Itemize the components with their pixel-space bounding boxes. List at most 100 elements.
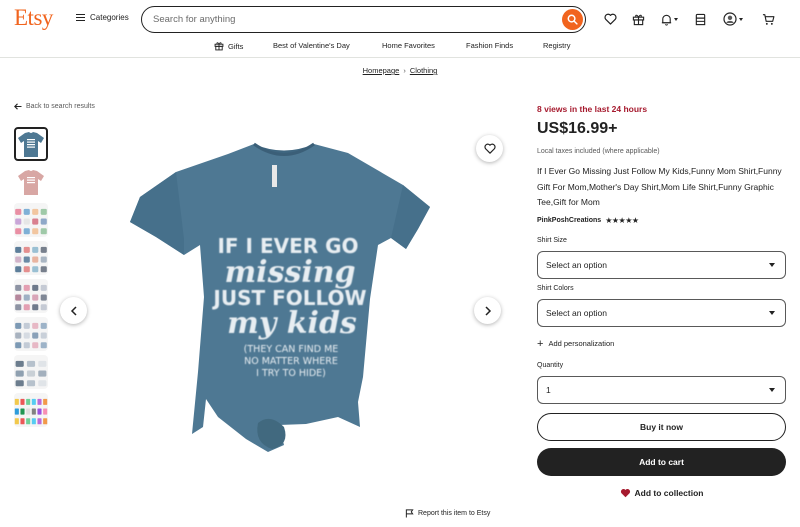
breadcrumb-clothing[interactable]: Clothing <box>410 66 438 75</box>
color-swatch <box>26 418 31 425</box>
breadcrumb-homepage[interactable]: Homepage <box>363 66 400 75</box>
report-label: Report this item to Etsy <box>418 510 491 517</box>
chevron-down-icon <box>769 263 775 267</box>
cart-icon[interactable] <box>760 11 776 27</box>
mini-shirt <box>23 228 30 235</box>
color-swatch <box>43 418 48 425</box>
mini-shirt <box>23 246 30 253</box>
mini-shirt <box>15 246 22 253</box>
search-button[interactable] <box>562 9 583 30</box>
category-nav: Gifts Best of Valentine's Day Home Favor… <box>0 40 800 58</box>
color-swatch <box>14 408 19 415</box>
etsy-logo[interactable]: Etsy <box>14 5 53 31</box>
mini-shirt <box>40 294 47 301</box>
back-to-search-link[interactable]: Back to search results <box>14 103 95 110</box>
thumbnail-6[interactable] <box>14 317 48 351</box>
mini-shirt <box>32 228 39 235</box>
mini-shirt <box>23 332 30 339</box>
add-to-collection-button[interactable]: Add to collection <box>537 488 786 498</box>
heart-icon[interactable] <box>602 11 618 27</box>
mini-shirt <box>32 266 39 273</box>
nav-label: Best of Valentine's Day <box>273 41 350 50</box>
quantity-select[interactable]: 1 <box>537 376 786 404</box>
chevron-right-icon: › <box>403 66 406 75</box>
chevron-right-icon <box>484 305 491 316</box>
next-image-button[interactable] <box>474 297 501 324</box>
tshirt-image: IF I EVER GO missing JUST FOLLOW my kids… <box>130 142 430 452</box>
breadcrumb: Homepage › Clothing <box>0 66 800 75</box>
shirt-size-value: Select an option <box>546 260 607 270</box>
account-chevron-icon[interactable] <box>737 11 745 27</box>
menu-icon <box>76 14 85 21</box>
product-title: If I Ever Go Missing Just Follow My Kids… <box>537 166 782 207</box>
thumbnail-4[interactable] <box>14 241 48 275</box>
mini-shirt <box>32 208 39 215</box>
nav-item-gifts[interactable]: Gifts <box>214 41 243 51</box>
thumbnail-3[interactable] <box>14 203 48 237</box>
search-input[interactable] <box>153 14 553 25</box>
mini-shirt <box>32 342 39 349</box>
report-item-link[interactable]: Report this item to Etsy <box>405 509 490 518</box>
add-to-cart-button[interactable]: Add to cart <box>537 448 786 476</box>
shirt-print-line-5: (THEY CAN FIND ME <box>244 344 339 355</box>
shop-icon[interactable] <box>692 11 708 27</box>
favorite-button[interactable] <box>476 135 503 162</box>
shop-name: PinkPoshCreations <box>537 217 602 224</box>
mini-shirt <box>26 360 36 367</box>
mini-shirt <box>32 284 39 291</box>
color-swatch <box>20 418 25 425</box>
chevron-down-icon <box>769 388 775 392</box>
nav-item-home-favorites[interactable]: Home Favorites <box>382 41 435 50</box>
mini-shirt <box>15 332 22 339</box>
mini-shirt <box>32 322 39 329</box>
mini-shirt <box>15 304 22 311</box>
add-personalization-button[interactable]: + Add personalization <box>537 337 614 350</box>
heart-icon <box>483 143 496 154</box>
arrow-left-icon <box>14 103 22 110</box>
mini-shirt <box>23 256 30 263</box>
previous-image-button[interactable] <box>60 297 87 324</box>
shop-link[interactable]: PinkPoshCreations ★★★★★ <box>537 216 639 225</box>
nav-item-fashion-finds[interactable]: Fashion Finds <box>466 41 513 50</box>
mini-shirt <box>38 380 47 387</box>
tshirt-tag <box>272 165 277 187</box>
search-icon <box>567 14 578 25</box>
categories-label: Categories <box>90 13 129 22</box>
mini-shirt <box>15 228 22 235</box>
thumbnail-5[interactable] <box>14 279 48 313</box>
plus-icon: + <box>537 337 544 350</box>
color-swatch <box>31 418 36 425</box>
color-swatch <box>14 398 19 405</box>
mini-shirt <box>32 294 39 301</box>
buy-it-now-button[interactable]: Buy it now <box>537 413 786 441</box>
nav-item-valentines[interactable]: Best of Valentine's Day <box>273 41 350 50</box>
mini-shirt <box>32 218 39 225</box>
thumbnail-8[interactable] <box>14 393 48 427</box>
mini-shirt <box>38 370 47 377</box>
color-swatch <box>43 408 48 415</box>
shirt-print-line-4: my kids <box>227 306 357 341</box>
price: US$16.99+ <box>537 120 618 137</box>
thumbnail-2[interactable] <box>14 165 48 199</box>
chevron-down-icon <box>769 311 775 315</box>
shirt-size-select[interactable]: Select an option <box>537 251 786 279</box>
shirt-colors-select[interactable]: Select an option <box>537 299 786 327</box>
avatar-icon[interactable] <box>722 11 738 27</box>
mini-shirt <box>23 266 30 273</box>
mini-shirt <box>23 304 30 311</box>
thumbnail-7[interactable] <box>14 355 48 389</box>
thumbnail-1[interactable] <box>14 127 48 161</box>
nav-label: Home Favorites <box>382 41 435 50</box>
color-swatch <box>43 398 48 405</box>
nav-item-registry[interactable]: Registry <box>543 41 571 50</box>
mini-shirt <box>40 228 47 235</box>
star-rating-icon: ★★★★★ <box>605 216 639 225</box>
mini-shirt <box>23 218 30 225</box>
categories-button[interactable]: Categories <box>76 13 129 22</box>
gift-icon[interactable] <box>630 11 646 27</box>
mini-shirt <box>15 284 22 291</box>
chevron-down-icon[interactable] <box>672 11 680 27</box>
mini-shirt <box>23 342 30 349</box>
flag-icon <box>405 509 414 518</box>
shirt-print-line-6: NO MATTER WHERE <box>244 356 338 367</box>
